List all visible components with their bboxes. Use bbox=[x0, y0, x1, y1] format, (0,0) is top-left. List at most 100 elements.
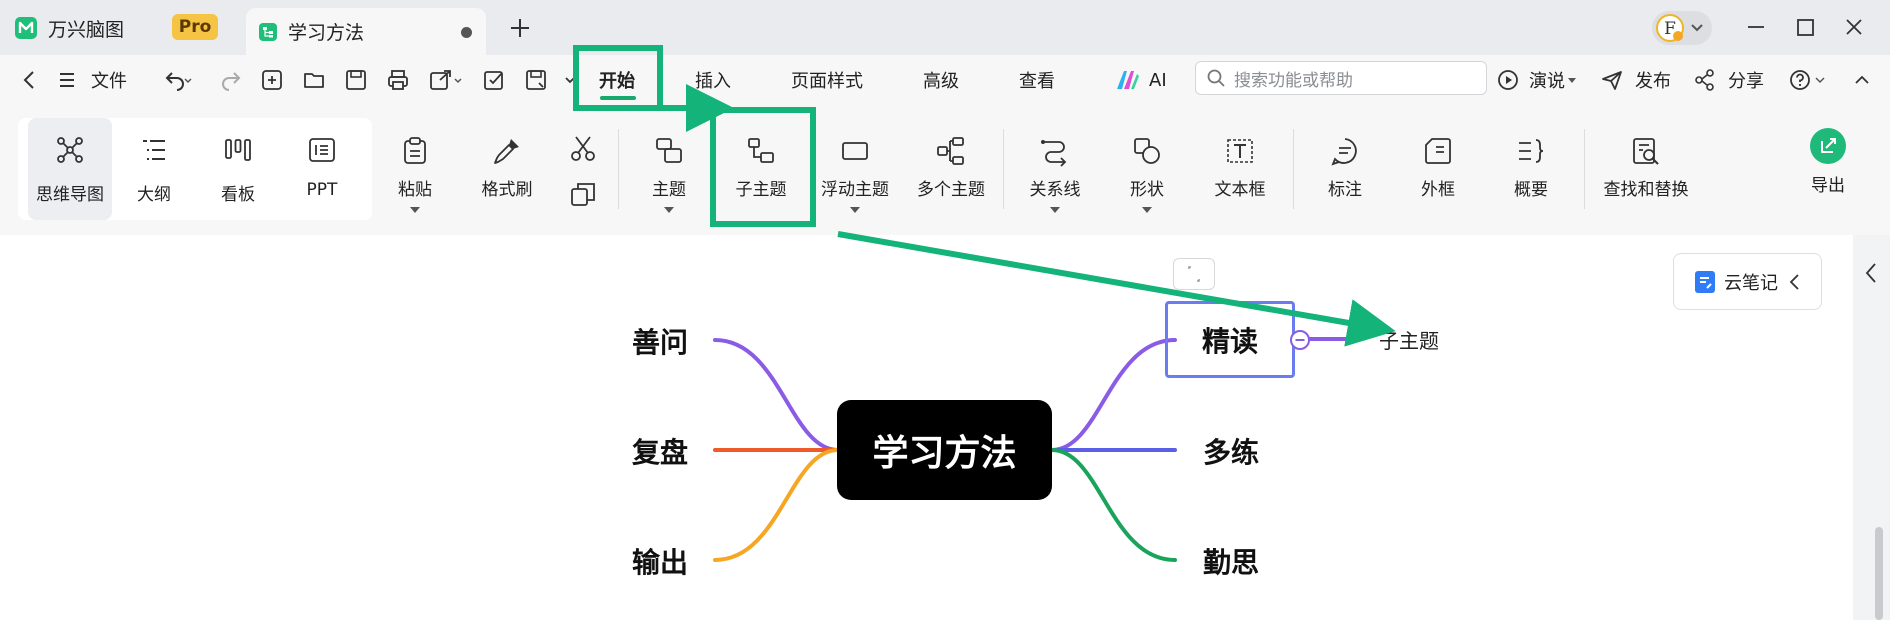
view-ppt-button[interactable]: PPT bbox=[280, 118, 364, 220]
branch-topic[interactable]: 善问 bbox=[632, 321, 688, 361]
connector-line bbox=[1050, 338, 1177, 452]
maximize-icon[interactable] bbox=[1790, 12, 1820, 42]
selected-branch-topic[interactable]: 精读 bbox=[1165, 301, 1295, 378]
redo-icon[interactable] bbox=[219, 68, 243, 92]
more-chevron-icon[interactable] bbox=[563, 68, 587, 92]
branch-topic[interactable]: 多练 bbox=[1203, 431, 1259, 471]
close-icon[interactable] bbox=[1839, 12, 1869, 42]
save-icon[interactable] bbox=[344, 68, 368, 92]
present-button[interactable]: 演说 bbox=[1497, 55, 1576, 105]
cloud-notes-button[interactable]: 云笔记 bbox=[1673, 253, 1822, 310]
topic-button[interactable]: 主题 bbox=[624, 105, 714, 235]
share-label: 分享 bbox=[1728, 71, 1764, 92]
export-button[interactable]: 导出 bbox=[1783, 105, 1873, 235]
copy-icon[interactable] bbox=[568, 179, 598, 209]
app-home-tab[interactable]: 万兴脑图 bbox=[14, 8, 124, 48]
multiple-topics-label: 多个主题 bbox=[917, 180, 985, 200]
board-icon bbox=[223, 135, 253, 165]
right-panel-toggle[interactable] bbox=[1853, 235, 1890, 620]
paste-dropdown-icon[interactable] bbox=[410, 207, 420, 213]
user-avatar[interactable]: F bbox=[1652, 11, 1712, 45]
tab-advanced[interactable]: 高级 bbox=[923, 55, 959, 105]
find-replace-icon bbox=[1630, 135, 1662, 167]
back-icon[interactable] bbox=[18, 68, 42, 92]
help-icon[interactable] bbox=[1788, 68, 1828, 92]
branch-topic[interactable]: 复盘 bbox=[632, 431, 688, 471]
save-as-icon[interactable] bbox=[524, 68, 548, 92]
format-painter-button[interactable]: 格式刷 bbox=[462, 105, 552, 235]
branch-topic[interactable]: 勤思 bbox=[1203, 541, 1259, 581]
connector-line bbox=[713, 448, 840, 562]
paste-button[interactable]: 粘贴 bbox=[370, 105, 460, 235]
ai-button[interactable]: AI bbox=[1115, 55, 1167, 105]
summary-button[interactable]: 概要 bbox=[1486, 105, 1576, 235]
tab-page-style[interactable]: 页面样式 bbox=[791, 55, 863, 105]
mindmap-canvas[interactable]: 善问 复盘 输出 学习方法 精读 多练 勤思 子主题 云笔记 bbox=[0, 235, 1890, 620]
connector-line bbox=[713, 338, 840, 452]
floating-topic-dropdown-icon[interactable] bbox=[850, 207, 860, 213]
shape-dropdown-icon[interactable] bbox=[1142, 207, 1152, 213]
callout-button[interactable]: 标注 bbox=[1300, 105, 1390, 235]
open-folder-icon[interactable] bbox=[302, 68, 326, 92]
view-board-button[interactable]: 看板 bbox=[196, 118, 280, 220]
boundary-button[interactable]: 外框 bbox=[1393, 105, 1483, 235]
export-share-icon[interactable] bbox=[428, 68, 462, 92]
floating-topic-button[interactable]: 浮动主题 bbox=[810, 105, 900, 235]
plus-icon[interactable] bbox=[506, 14, 534, 42]
find-replace-button[interactable]: 查找和替换 bbox=[1600, 105, 1692, 235]
subtopic-icon bbox=[745, 135, 777, 167]
new-subtopic[interactable]: 子主题 bbox=[1379, 325, 1439, 354]
publish-button[interactable]: 发布 bbox=[1601, 55, 1671, 105]
ribbon-toolbar: 思维导图 大纲 看板 PPT 粘贴 格式刷 主题 子主题 浮动主题 多个主题 关… bbox=[0, 105, 1890, 236]
app-logo-icon bbox=[14, 16, 38, 40]
menu-bar: 文件 开始 插入 页面样式 高级 查看 AI 搜索功能或帮助 演说 发布 分享 bbox=[0, 55, 1890, 105]
menu-icon[interactable] bbox=[55, 68, 79, 92]
checklist-icon[interactable] bbox=[482, 68, 506, 92]
cloud-notes-label: 云笔记 bbox=[1724, 272, 1778, 294]
central-topic[interactable]: 学习方法 bbox=[837, 400, 1052, 500]
relationship-dropdown-icon[interactable] bbox=[1050, 207, 1060, 213]
multiple-topics-button[interactable]: 多个主题 bbox=[906, 105, 996, 235]
share-button[interactable]: 分享 bbox=[1694, 55, 1764, 105]
find-replace-label: 查找和替换 bbox=[1603, 180, 1689, 200]
shape-icon bbox=[1131, 135, 1163, 167]
outline-icon bbox=[139, 135, 169, 165]
relationship-icon bbox=[1039, 135, 1071, 167]
tab-view[interactable]: 查看 bbox=[1019, 55, 1055, 105]
shape-button[interactable]: 形状 bbox=[1102, 105, 1192, 235]
new-file-icon[interactable] bbox=[260, 68, 284, 92]
minimize-icon[interactable] bbox=[1741, 12, 1771, 42]
multiple-topics-icon bbox=[935, 135, 967, 167]
mindmap-icon bbox=[55, 135, 85, 165]
cut-icon[interactable] bbox=[568, 134, 598, 164]
print-icon[interactable] bbox=[386, 68, 410, 92]
subtopic-button[interactable]: 子主题 bbox=[716, 105, 806, 235]
file-menu[interactable]: 文件 bbox=[91, 55, 127, 105]
canvas-scrollbar[interactable] bbox=[1875, 527, 1883, 620]
undo-icon[interactable] bbox=[163, 68, 192, 92]
view-board-label: 看板 bbox=[221, 185, 255, 205]
unsaved-dot-icon[interactable] bbox=[461, 27, 472, 38]
collapse-ribbon-icon[interactable] bbox=[1850, 68, 1874, 92]
search-input[interactable]: 搜索功能或帮助 bbox=[1195, 61, 1487, 95]
collapse-branch-icon[interactable] bbox=[1290, 330, 1310, 350]
branch-topic[interactable]: 输出 bbox=[632, 541, 688, 581]
ppt-icon bbox=[307, 135, 337, 165]
document-tab[interactable]: 学习方法 bbox=[246, 8, 486, 55]
relationship-button[interactable]: 关系线 bbox=[1010, 105, 1100, 235]
pro-badge[interactable]: Pro bbox=[172, 14, 218, 40]
view-outline-label: 大纲 bbox=[137, 185, 171, 205]
chevron-left-icon bbox=[1862, 261, 1882, 285]
clipboard-icon bbox=[399, 135, 431, 167]
app-name: 万兴脑图 bbox=[48, 18, 125, 41]
format-painter-label: 格式刷 bbox=[481, 180, 533, 200]
brush-icon bbox=[491, 135, 523, 167]
floating-topic-label: 浮动主题 bbox=[821, 180, 889, 200]
view-mindmap-button[interactable]: 思维导图 bbox=[28, 118, 112, 220]
focus-node-icon[interactable] bbox=[1173, 258, 1215, 290]
title-bar: 万兴脑图 Pro 学习方法 F bbox=[0, 0, 1890, 55]
textbox-button[interactable]: 文本框 bbox=[1195, 105, 1285, 235]
topic-dropdown-icon[interactable] bbox=[664, 207, 674, 213]
view-outline-button[interactable]: 大纲 bbox=[112, 118, 196, 220]
tab-insert[interactable]: 插入 bbox=[695, 55, 731, 105]
